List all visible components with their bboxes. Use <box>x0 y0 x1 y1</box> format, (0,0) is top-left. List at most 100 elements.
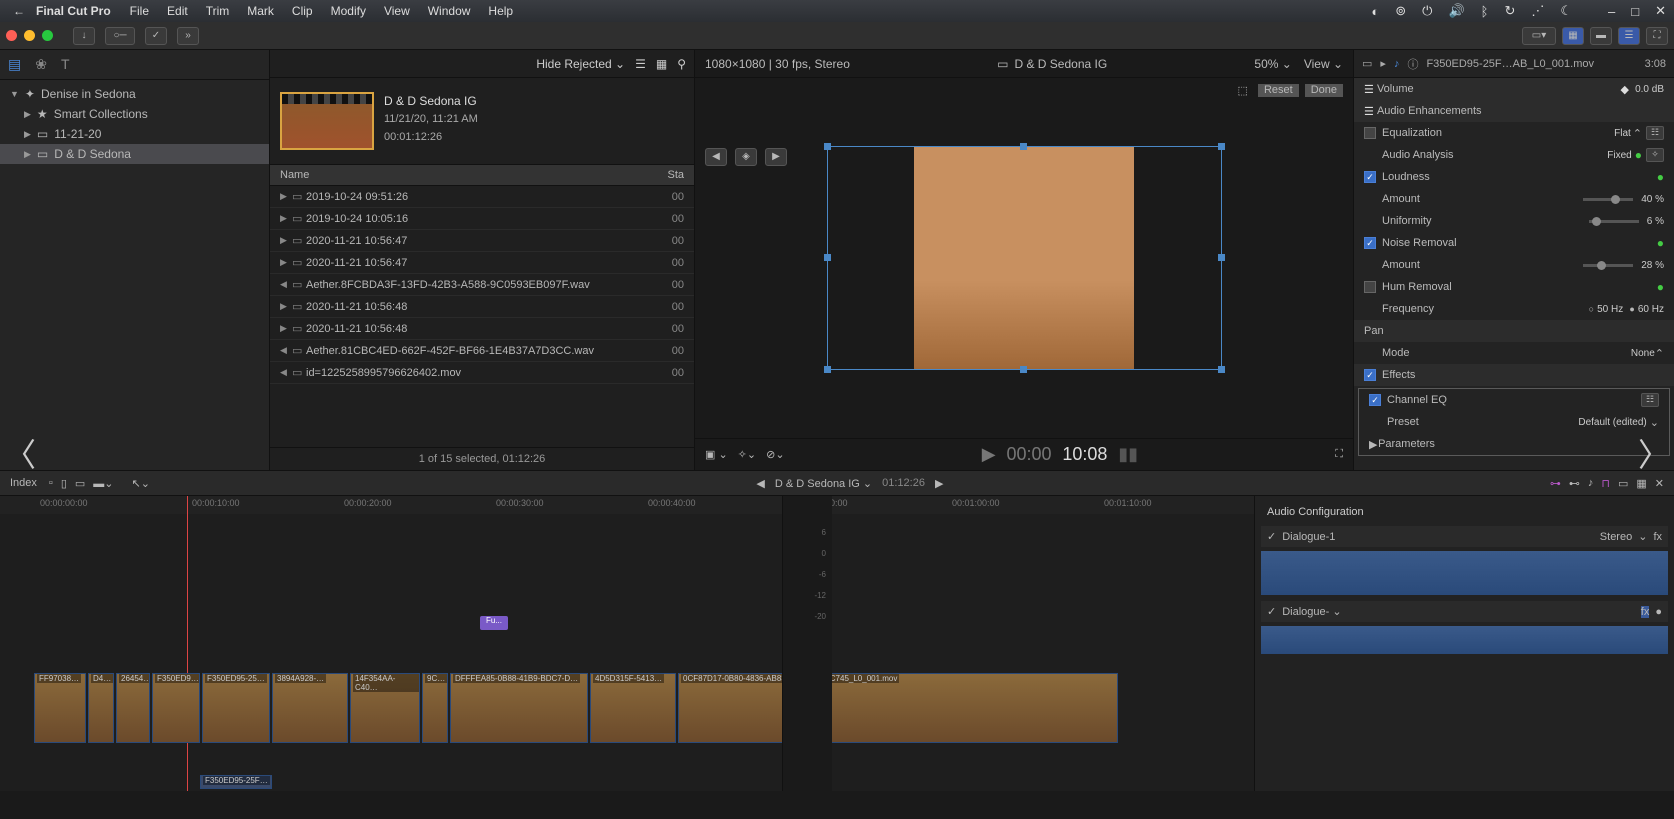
timeline-clip[interactable]: F350ED9… <box>152 673 200 743</box>
loudness-checkbox[interactable]: ✓ <box>1364 171 1376 183</box>
track-fx-icon[interactable]: fx <box>1653 531 1662 543</box>
timeline-clip[interactable]: 26454… <box>116 673 150 743</box>
timeline-clip[interactable]: 3894A928-… <box>272 673 348 743</box>
timeline-clip[interactable]: 0CF87D17-0B80-4836-AB83-70562066CC745_L0… <box>678 673 1118 743</box>
volume-icon[interactable]: 🔊 <box>1448 3 1464 19</box>
timeline-clip[interactable]: 9C… <box>422 673 448 743</box>
enhance-icon[interactable]: ✧⌄ <box>738 448 756 461</box>
audio-track-1[interactable]: ✓ Dialogue-1 Stereo⌄ fx <box>1261 526 1668 547</box>
connect-clip-icon[interactable]: ▫ <box>49 477 53 490</box>
timeline-clip[interactable]: FF97038… <box>34 673 86 743</box>
event-row-selected[interactable]: ▶▭D & D Sedona <box>0 144 269 164</box>
keyword-button[interactable]: ○─ <box>105 27 135 45</box>
camera-icon[interactable]: ⊚ <box>1395 3 1406 19</box>
wifi-icon[interactable]: ⋰ <box>1531 3 1544 19</box>
loudness-uni-slider[interactable] <box>1589 220 1639 223</box>
timemachine-icon[interactable]: ↻ <box>1504 3 1515 19</box>
timeline-clip[interactable]: F350ED95-25… <box>202 673 270 743</box>
timeline-toggle[interactable]: ▬ <box>1590 27 1612 45</box>
search-icon[interactable]: ⚲ <box>677 57 686 71</box>
channel-eq-editor-icon[interactable]: ☷ <box>1641 393 1659 407</box>
sync-icon[interactable]: ◐ <box>1371 4 1379 19</box>
dialogue2-checkbox[interactable]: ✓ <box>1267 605 1276 618</box>
list-item[interactable]: ◀▭Aether.8FCBDA3F-13FD-42B3-A588-9C0593E… <box>270 274 694 296</box>
bg-tasks-button[interactable]: ✓ <box>145 27 167 45</box>
timeline-prev-icon[interactable]: ◀ <box>756 477 764 490</box>
selected-clip-thumbnail[interactable] <box>280 92 374 150</box>
noise-checkbox[interactable]: ✓ <box>1364 237 1376 249</box>
menu-mark[interactable]: Mark <box>247 4 274 18</box>
secondary-clip[interactable]: F350ED95-25F… <box>200 775 272 789</box>
photos-tab-icon[interactable]: ❀ <box>35 56 47 73</box>
back-icon[interactable]: ← <box>8 4 30 18</box>
menu-modify[interactable]: Modify <box>331 4 366 18</box>
timeline-next-icon[interactable]: ▶ <box>935 477 943 490</box>
timeline-clip[interactable]: 14F354AA-C40… <box>350 673 420 743</box>
clip-appearance-icon[interactable]: ☰ <box>635 57 646 71</box>
tl-view3-icon[interactable]: ✕ <box>1655 477 1664 490</box>
skimming-icon[interactable]: ⊶ <box>1550 477 1561 490</box>
snap-icon[interactable]: ⊓ <box>1601 477 1610 490</box>
titles-tab-icon[interactable]: T <box>61 56 70 73</box>
append-clip-icon[interactable]: ▭ <box>75 477 85 490</box>
solo-icon[interactable]: ♪ <box>1588 477 1594 490</box>
app-name[interactable]: Final Cut Pro <box>36 4 111 18</box>
moon-icon[interactable]: ☾ <box>1560 3 1572 19</box>
timeline-tracks[interactable]: 00:00:00:0000:00:10:0000:00:20:0000:00:3… <box>0 496 1254 791</box>
track-fx2-icon[interactable]: fx <box>1641 606 1650 618</box>
noise-amount-slider[interactable] <box>1583 264 1633 267</box>
eq-editor-icon[interactable]: ☷ <box>1646 126 1664 140</box>
list-item[interactable]: ▶▭2019-10-24 09:51:2600 <box>270 186 694 208</box>
list-item[interactable]: ▶▭2020-11-21 10:56:4700 <box>270 252 694 274</box>
loudness-amount-slider[interactable] <box>1583 198 1633 201</box>
zoom-menu[interactable]: 50% ⌄ <box>1254 57 1291 71</box>
menu-help[interactable]: Help <box>488 4 513 18</box>
window-minimize[interactable]: – <box>1608 4 1615 19</box>
audio-track-2[interactable]: ✓ Dialogue- ⌄ fx ● <box>1261 601 1668 622</box>
menu-trim[interactable]: Trim <box>206 4 230 18</box>
power-icon[interactable]: ⏻ <box>1422 3 1432 19</box>
onscreen-controls-icon[interactable]: ▣ ⌄ <box>705 448 728 461</box>
list-item[interactable]: ▶▭2019-10-24 10:05:1600 <box>270 208 694 230</box>
menu-window[interactable]: Window <box>428 4 471 18</box>
list-item[interactable]: ▶▭2020-11-21 10:56:4700 <box>270 230 694 252</box>
event-row[interactable]: ▶▭11-21-20 <box>0 124 269 144</box>
library-tab-icon[interactable]: ▤ <box>8 56 21 73</box>
menu-view[interactable]: View <box>384 4 410 18</box>
info-inspector-icon[interactable]: ⓘ <box>1407 56 1418 72</box>
menu-file[interactable]: File <box>130 4 149 18</box>
view-menu[interactable]: View ⌄ <box>1304 57 1343 71</box>
list-item[interactable]: ▶▭2020-11-21 10:56:4800 <box>270 318 694 340</box>
bluetooth-icon[interactable]: ᛒ <box>1481 4 1489 19</box>
list-item[interactable]: ◀▭Aether.81CBC4ED-662F-452F-BF66-1E4B37A… <box>270 340 694 362</box>
import-button[interactable]: ↓ <box>73 27 95 45</box>
eq-checkbox[interactable] <box>1364 127 1376 139</box>
tutorial-prev-arrow[interactable]: 〈 <box>4 430 36 476</box>
analysis-icon[interactable]: ✧ <box>1646 148 1664 162</box>
close-dot[interactable] <box>6 30 17 41</box>
min-dot[interactable] <box>24 30 35 41</box>
menu-edit[interactable]: Edit <box>167 4 188 18</box>
list-item[interactable]: ▶▭2020-11-21 10:56:4800 <box>270 296 694 318</box>
keyframe-icon[interactable]: ◆ <box>1620 83 1628 96</box>
timeline-project[interactable]: D & D Sedona IG ⌄ <box>775 477 872 490</box>
timeline-clip[interactable]: 4D5D315F-5413… <box>590 673 676 743</box>
browser-toggle[interactable]: ▦ <box>1562 27 1584 45</box>
fullscreen-viewer-icon[interactable]: ⛶ <box>1335 448 1343 461</box>
retime-icon[interactable]: ⊘⌄ <box>766 448 784 461</box>
share-button[interactable]: ▭▾ <box>1522 27 1556 45</box>
timeline-clip[interactable]: D4… <box>88 673 114 743</box>
effects-checkbox[interactable]: ✓ <box>1364 369 1376 381</box>
inspector-toggle[interactable]: ☰ <box>1618 27 1640 45</box>
hum-checkbox[interactable] <box>1364 281 1376 293</box>
library-row[interactable]: ▼✦Denise in Sedona <box>0 84 269 104</box>
viewer-canvas[interactable] <box>695 78 1353 438</box>
tl-view1-icon[interactable]: ▭ <box>1618 477 1628 490</box>
tl-view2-icon[interactable]: ▦ <box>1636 477 1646 490</box>
hide-rejected-toggle[interactable]: Hide Rejected ⌄ <box>536 57 625 71</box>
index-button[interactable]: Index <box>10 477 37 489</box>
tutorial-next-arrow[interactable]: 〉 <box>1638 430 1670 476</box>
play-icon[interactable]: ▶ <box>982 444 996 464</box>
fullscreen-button[interactable]: ⛶ <box>1646 27 1668 45</box>
window-maximize[interactable]: □ <box>1631 4 1639 19</box>
